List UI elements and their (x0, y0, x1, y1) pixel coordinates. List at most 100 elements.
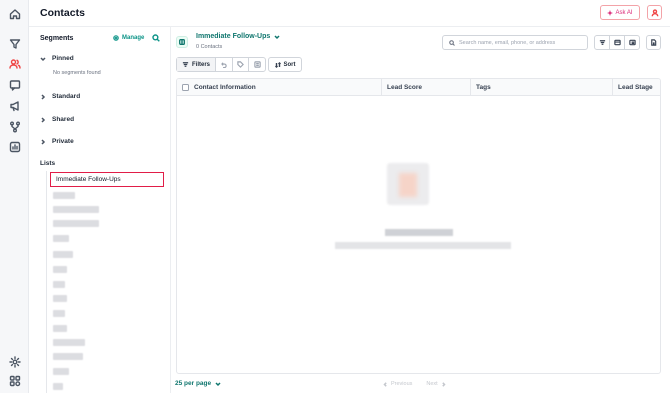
contacts-icon[interactable] (8, 57, 21, 70)
list-tree-line (46, 171, 47, 393)
chevron-down-icon (274, 34, 280, 39)
chevron-down-icon (215, 381, 221, 386)
group-shared[interactable]: Shared (40, 116, 74, 123)
view-options-group (594, 35, 640, 50)
blurred-list-item[interactable] (53, 281, 65, 288)
empty-state-heading (385, 229, 453, 236)
chart-icon[interactable] (8, 140, 21, 153)
list-item-selected[interactable]: Immediate Follow-Ups (50, 172, 164, 187)
list-item-label: Immediate Follow-Ups (56, 176, 121, 183)
previous-page-button[interactable]: Previous (383, 381, 412, 387)
contacts-table: Contact Information Lead Score Tags Lead… (176, 78, 661, 374)
sort-label: Sort (283, 61, 296, 68)
next-label: Next (426, 381, 438, 387)
segment-search-icon[interactable] (152, 34, 160, 42)
group-standard-label: Standard (52, 93, 81, 100)
undo-button[interactable] (216, 58, 233, 71)
workflow-icon[interactable] (8, 120, 21, 133)
funnel-icon[interactable] (8, 37, 21, 50)
filter-lines-icon (599, 40, 605, 45)
group-private[interactable]: Private (40, 138, 74, 145)
gear-icon (113, 35, 119, 41)
group-private-label: Private (52, 138, 74, 145)
table-icon (628, 39, 636, 46)
user-profile-button[interactable] (647, 5, 662, 20)
lists-label: Lists (40, 160, 56, 167)
chevron-right-icon (441, 381, 446, 387)
blurred-list-item[interactable] (53, 383, 63, 390)
conversations-icon[interactable] (8, 78, 21, 91)
group-standard[interactable]: Standard (40, 93, 80, 100)
contacts-main: Immediate Follow-Ups 0 Contacts Filters (171, 27, 670, 393)
blurred-list-item[interactable] (53, 251, 73, 258)
filter-view-button[interactable] (595, 36, 610, 49)
filters-button[interactable]: Filters (177, 58, 216, 71)
blurred-list-item[interactable] (53, 220, 99, 227)
column-label: Tags (476, 84, 491, 91)
more-actions-button[interactable] (249, 58, 265, 71)
blurred-list-item[interactable] (53, 368, 69, 375)
list-name-dropdown[interactable]: Immediate Follow-Ups (196, 33, 280, 40)
search-icon (449, 39, 455, 46)
list-name-label: Immediate Follow-Ups (196, 33, 271, 40)
blurred-list-item[interactable] (53, 235, 69, 242)
settings-icon[interactable] (8, 355, 21, 368)
contact-count: 0 Contacts (196, 44, 223, 50)
contact-search[interactable] (442, 35, 588, 50)
blurred-list-item[interactable] (53, 339, 85, 346)
megaphone-icon[interactable] (8, 99, 21, 112)
column-header-lead-stage[interactable]: Lead Stage (613, 79, 660, 96)
select-all-checkbox[interactable] (182, 84, 189, 91)
manage-segments-button[interactable]: Manage (113, 35, 144, 41)
column-header-tags[interactable]: Tags (471, 79, 613, 96)
ask-ai-button[interactable]: Ask AI (600, 5, 640, 20)
list-icon (253, 61, 261, 68)
column-label: Contact Information (194, 84, 256, 91)
user-icon (651, 8, 658, 16)
ask-ai-label: Ask AI (615, 9, 633, 16)
empty-state-description (335, 242, 511, 249)
search-input[interactable] (459, 39, 585, 46)
per-page-selector[interactable]: 25 per page (175, 380, 221, 387)
sort-icon (274, 61, 281, 68)
page-header: Contacts Ask AI (29, 0, 670, 27)
blurred-list-item[interactable] (53, 295, 67, 302)
group-shared-label: Shared (52, 116, 75, 123)
blurred-list-item[interactable] (53, 266, 67, 273)
sparkle-icon (607, 9, 614, 16)
page-title: Contacts (40, 7, 85, 19)
pagination: Previous Next (383, 381, 446, 387)
blurred-list-item[interactable] (53, 325, 67, 332)
chevron-down-icon (40, 56, 46, 61)
segments-panel: Segments Manage Pinned No segments found… (29, 27, 171, 393)
table-view-button[interactable] (625, 36, 639, 49)
group-pinned-label: Pinned (52, 55, 74, 62)
apps-icon[interactable] (8, 374, 21, 387)
segments-title: Segments (40, 35, 74, 42)
filters-label: Filters (191, 61, 210, 68)
chevron-right-icon (41, 93, 46, 100)
column-header-lead-score[interactable]: Lead Score (382, 79, 471, 96)
blurred-list-item[interactable] (53, 353, 83, 360)
column-label: Lead Score (387, 84, 423, 91)
sort-button[interactable]: Sort (268, 57, 302, 72)
column-label: Lead Stage (618, 84, 653, 91)
blurred-list-item[interactable] (53, 310, 65, 317)
manage-label: Manage (122, 35, 145, 41)
blurred-list-item[interactable] (53, 192, 75, 199)
empty-state-illustration-detail (399, 173, 417, 197)
pinned-empty-text: No segments found (53, 70, 101, 76)
blurred-list-item[interactable] (53, 206, 99, 213)
app-nav-rail (0, 0, 29, 393)
column-header-contact[interactable]: Contact Information (177, 79, 382, 96)
next-page-button[interactable]: Next (426, 381, 446, 387)
table-header: Contact Information Lead Score Tags Lead… (177, 79, 660, 96)
group-pinned[interactable]: Pinned (40, 55, 74, 62)
tag-button[interactable] (233, 58, 250, 71)
chevron-right-icon (41, 116, 46, 123)
export-button[interactable] (646, 35, 661, 50)
home-icon[interactable] (8, 7, 21, 20)
table-toolbar: Filters (176, 57, 266, 72)
document-icon (651, 39, 657, 46)
card-view-button[interactable] (610, 36, 625, 49)
